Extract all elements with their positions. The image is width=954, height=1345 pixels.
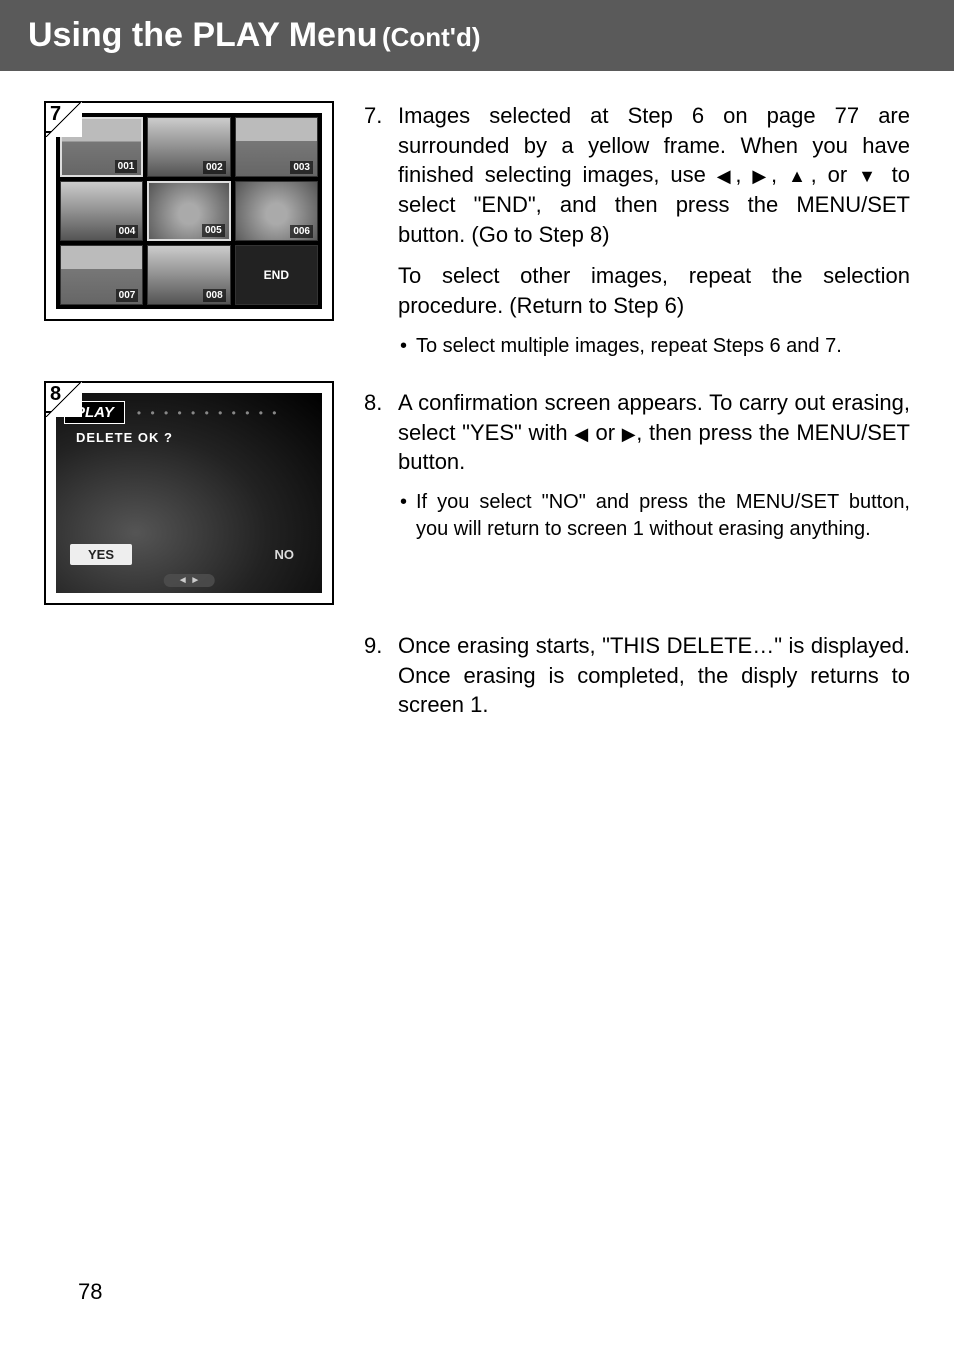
play-buttons: YES NO: [70, 544, 308, 565]
page-number: 78: [78, 1279, 102, 1305]
figure-7-number: 7: [44, 101, 82, 133]
yes-button: YES: [70, 544, 132, 565]
step-8-body: A confirmation screen appears. To carry …: [398, 388, 910, 543]
left-arrow-icon: ◀: [574, 424, 588, 444]
figure-8: 8 PLAY • • • • • • • • • • • DELETE OK ?…: [44, 381, 334, 605]
step-8-bullet: • If you select "NO" and press the MENU/…: [400, 489, 910, 543]
figure-8-number: 8: [44, 381, 82, 413]
play-dots: • • • • • • • • • • •: [137, 406, 280, 420]
no-button: NO: [261, 544, 309, 565]
header-title: Using the PLAY Menu: [28, 16, 378, 54]
play-confirmation-screen: PLAY • • • • • • • • • • • DELETE OK ? Y…: [56, 393, 322, 593]
page-header: Using the PLAY Menu (Cont'd): [0, 0, 954, 71]
step-8-number: 8.: [364, 388, 398, 543]
bullet-icon: •: [400, 333, 416, 360]
content-area: 7 SD 001 002 003 004 005 006 007 008 END…: [0, 71, 954, 760]
step-9: 9. Once erasing starts, "THIS DELETE…" i…: [364, 631, 910, 732]
figures-column: 7 SD 001 002 003 004 005 006 007 008 END…: [44, 101, 334, 760]
step-7-body: Images selected at Step 6 on page 77 are…: [398, 101, 910, 360]
thumbnail-005: 005: [147, 181, 230, 241]
nav-arrows-icon: ◄ ►: [164, 574, 215, 587]
thumbnail-002: 002: [147, 117, 230, 177]
thumbnail-006: 006: [235, 181, 318, 241]
step-8-para-1: A confirmation screen appears. To carry …: [398, 388, 910, 477]
right-arrow-icon: ▶: [622, 424, 636, 444]
step-7: 7. Images selected at Step 6 on page 77 …: [364, 101, 910, 360]
step-9-para-1: Once erasing starts, "THIS DELETE…" is d…: [398, 631, 910, 720]
thumbnail-004: 004: [60, 181, 143, 241]
step-8: 8. A confirmation screen appears. To car…: [364, 388, 910, 543]
step-7-number: 7.: [364, 101, 398, 360]
bullet-icon: •: [400, 489, 416, 543]
thumbnail-grid: SD 001 002 003 004 005 006 007 008 END: [56, 113, 322, 309]
header-sub: (Cont'd): [382, 22, 481, 52]
down-arrow-icon: ▼: [858, 166, 881, 186]
left-arrow-icon: ◀: [717, 166, 736, 186]
step-7-bullet: • To select multiple images, repeat Step…: [400, 333, 910, 360]
up-arrow-icon: ▲: [788, 166, 811, 186]
thumbnail-003: 003: [235, 117, 318, 177]
step-9-number: 9.: [364, 631, 398, 732]
step-7-para-1: Images selected at Step 6 on page 77 are…: [398, 101, 910, 249]
thumbnail-end: END: [235, 245, 318, 305]
delete-ok-prompt: DELETE OK ?: [76, 430, 314, 445]
right-arrow-icon: ▶: [752, 166, 771, 186]
thumbnail-007: 007: [60, 245, 143, 305]
play-header: PLAY • • • • • • • • • • •: [64, 401, 314, 424]
step-9-body: Once erasing starts, "THIS DELETE…" is d…: [398, 631, 910, 732]
figure-7: 7 SD 001 002 003 004 005 006 007 008 END: [44, 101, 334, 321]
instructions-column: 7. Images selected at Step 6 on page 77 …: [364, 101, 910, 760]
thumbnail-008: 008: [147, 245, 230, 305]
step-7-para-2: To select other images, repeat the selec…: [398, 261, 910, 320]
